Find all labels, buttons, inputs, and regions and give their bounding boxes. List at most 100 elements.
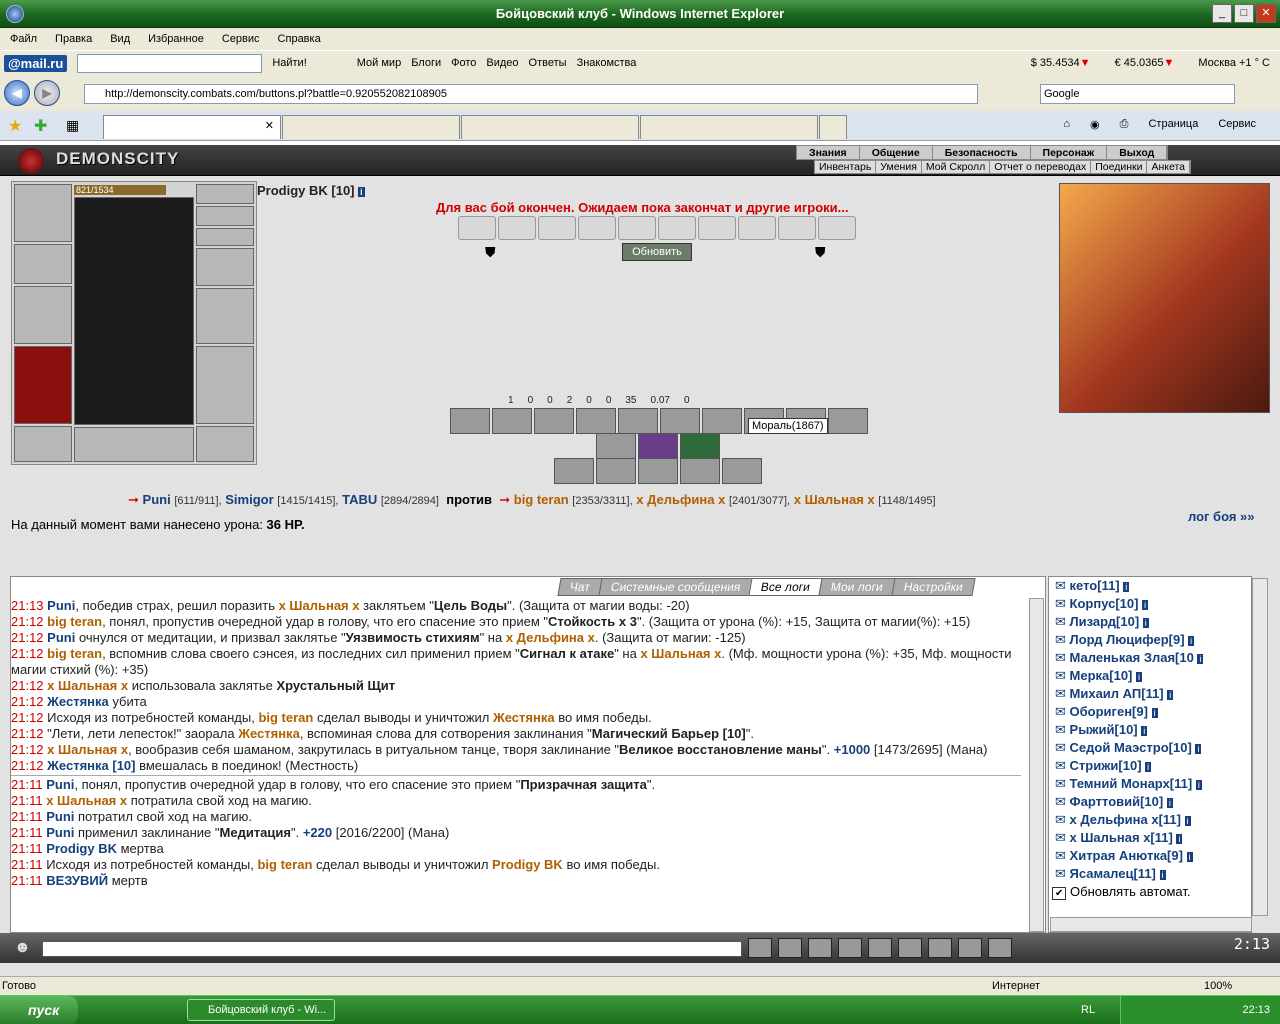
tab-all-logs[interactable]: Все логи bbox=[748, 578, 823, 596]
browser-tab[interactable] bbox=[640, 115, 818, 139]
rings-slot[interactable] bbox=[196, 228, 254, 246]
boots-slot[interactable] bbox=[196, 426, 254, 462]
scroll-slot[interactable] bbox=[538, 216, 576, 240]
find-button[interactable]: Найти! bbox=[272, 57, 306, 69]
player-link[interactable]: Puni bbox=[143, 492, 171, 507]
mailru-logo[interactable]: @mail.ru bbox=[4, 54, 68, 72]
toolbar-link-blogs[interactable]: Блоги bbox=[411, 57, 441, 69]
player-list-item[interactable]: ✉ Темний Монарх[11] i bbox=[1049, 775, 1251, 793]
player-link[interactable]: TABU bbox=[342, 492, 377, 507]
tab-close-icon[interactable]: ✕ bbox=[265, 119, 274, 132]
player-list-item[interactable]: ✉ Лизард[10] i bbox=[1049, 613, 1251, 631]
menu-view[interactable]: Вид bbox=[110, 33, 130, 45]
add-favorite-icon[interactable]: ✚ bbox=[34, 116, 47, 136]
skill-button[interactable] bbox=[722, 458, 762, 484]
rune-slots[interactable] bbox=[74, 427, 194, 462]
amulet-slot[interactable] bbox=[196, 206, 254, 226]
mailru-search-input[interactable] bbox=[77, 53, 263, 73]
menu-file[interactable]: Файл bbox=[10, 33, 37, 45]
browser-tab-active[interactable]: ✕ bbox=[103, 115, 281, 139]
chat-scrollbar[interactable] bbox=[1029, 598, 1044, 932]
scroll-slot[interactable] bbox=[778, 216, 816, 240]
menu-inventory[interactable]: Инвентарь bbox=[815, 161, 877, 173]
smile-icon[interactable]: ☻ bbox=[14, 939, 31, 957]
belt-slot[interactable] bbox=[14, 426, 72, 462]
skill-button[interactable] bbox=[596, 458, 636, 484]
player-list-item[interactable]: ✉ Стрижи[10] i bbox=[1049, 757, 1251, 775]
start-button[interactable]: пуск bbox=[0, 996, 78, 1024]
menu-skills[interactable]: Умения bbox=[876, 161, 922, 173]
player-list-item[interactable]: ✉ Фарттовий[10] i bbox=[1049, 793, 1251, 811]
player-list-item[interactable]: ✉ Мерка[10] i bbox=[1049, 667, 1251, 685]
helmet-icon[interactable] bbox=[988, 938, 1012, 958]
save-icon[interactable] bbox=[838, 938, 862, 958]
sound-icon[interactable] bbox=[928, 938, 952, 958]
skill-button[interactable] bbox=[638, 433, 678, 459]
browser-tab[interactable] bbox=[282, 115, 460, 139]
menu-edit[interactable]: Правка bbox=[55, 33, 92, 45]
quick-tabs-icon[interactable]: ▦ bbox=[66, 117, 79, 134]
scroll-slot[interactable] bbox=[618, 216, 656, 240]
language-indicator[interactable]: RL bbox=[1081, 996, 1095, 1024]
home-icon[interactable]: ⌂ bbox=[1063, 118, 1070, 131]
player-link[interactable]: Simigor bbox=[225, 492, 273, 507]
chat-input[interactable] bbox=[42, 941, 742, 957]
menu-security[interactable]: Безопасность bbox=[933, 146, 1031, 159]
toolbar-link-mymir[interactable]: Мой мир bbox=[357, 57, 401, 69]
player-list-item[interactable]: ✉ x Дельфина x[11] i bbox=[1049, 811, 1251, 829]
menu-tools[interactable]: Сервис bbox=[222, 33, 260, 45]
armor-slot[interactable] bbox=[14, 346, 72, 424]
taskbar-item-ie[interactable]: Бойцовский клуб - Wi... bbox=[187, 999, 335, 1021]
menu-battles[interactable]: Поединки bbox=[1091, 161, 1148, 173]
clear-icon[interactable] bbox=[778, 938, 802, 958]
send-icon[interactable] bbox=[748, 938, 772, 958]
player-list-item[interactable]: ✉ Ясамалец[11] i bbox=[1049, 865, 1251, 883]
skill-button[interactable] bbox=[534, 408, 574, 434]
player-list-item[interactable]: ✉ Маленькая Злая[10 i bbox=[1049, 649, 1251, 667]
player-list-item[interactable]: ✉ Лорд Люцифер[9] i bbox=[1049, 631, 1251, 649]
player-link[interactable]: x Шальная x bbox=[794, 492, 875, 507]
skill-button[interactable] bbox=[492, 408, 532, 434]
menu-favorites[interactable]: Избранное bbox=[148, 33, 204, 45]
menu-knowledge[interactable]: Знания bbox=[797, 146, 860, 159]
skill-button[interactable] bbox=[576, 408, 616, 434]
player-list-item[interactable]: ✉ Корпус[10] i bbox=[1049, 595, 1251, 613]
menu-exit[interactable]: Выход bbox=[1107, 146, 1168, 159]
player-list-item[interactable]: ✉ Седой Маэстро[10] i bbox=[1049, 739, 1251, 757]
forward-button[interactable]: ▶ bbox=[34, 80, 60, 106]
skill-button[interactable] bbox=[618, 408, 658, 434]
dance-icon[interactable] bbox=[868, 938, 892, 958]
emoticon-icon[interactable] bbox=[958, 938, 982, 958]
scroll-slot[interactable] bbox=[458, 216, 496, 240]
scroll-slot[interactable] bbox=[738, 216, 776, 240]
scroll-slot[interactable] bbox=[578, 216, 616, 240]
close-button[interactable]: ✕ bbox=[1256, 4, 1276, 23]
tools-menu[interactable]: Сервис bbox=[1218, 118, 1256, 131]
players-scrollbar[interactable] bbox=[1252, 578, 1268, 916]
character-name[interactable]: Prodigy BK [10] i bbox=[257, 183, 365, 198]
toolbar-link-video[interactable]: Видео bbox=[486, 57, 518, 69]
toolbar-link-photo[interactable]: Фото bbox=[451, 57, 476, 69]
feeds-icon[interactable]: ◉ bbox=[1090, 118, 1100, 131]
player-list-item[interactable]: ✉ кето[11] i bbox=[1049, 577, 1251, 595]
player-list-item[interactable]: ✉ Обориген[9] i bbox=[1049, 703, 1251, 721]
menu-help[interactable]: Справка bbox=[278, 33, 321, 45]
weather[interactable]: Москва +1 ° С bbox=[1198, 57, 1270, 69]
auto-refresh-checkbox[interactable]: ✔ Обновлять автомат. bbox=[1052, 884, 1191, 900]
helmet-slot[interactable] bbox=[14, 184, 72, 242]
bracers-slot[interactable] bbox=[14, 244, 72, 284]
tab-system-messages[interactable]: Системные сообщения bbox=[598, 578, 754, 596]
scroll-slot[interactable] bbox=[818, 216, 856, 240]
filter-icon[interactable] bbox=[808, 938, 832, 958]
skill-button[interactable] bbox=[554, 458, 594, 484]
weapon-slot[interactable] bbox=[14, 286, 72, 344]
leggings-slot[interactable] bbox=[196, 346, 254, 424]
skill-button[interactable] bbox=[596, 433, 636, 459]
menu-communication[interactable]: Общение bbox=[860, 146, 933, 159]
skill-button[interactable] bbox=[828, 408, 868, 434]
earrings-slot[interactable] bbox=[196, 184, 254, 204]
player-list-item[interactable]: ✉ Хитрая Анютка[9] i bbox=[1049, 847, 1251, 865]
tab-settings[interactable]: Настройки bbox=[891, 578, 976, 596]
shield-slot[interactable] bbox=[196, 288, 254, 344]
toolbar-link-dating[interactable]: Знакомства bbox=[577, 57, 637, 69]
